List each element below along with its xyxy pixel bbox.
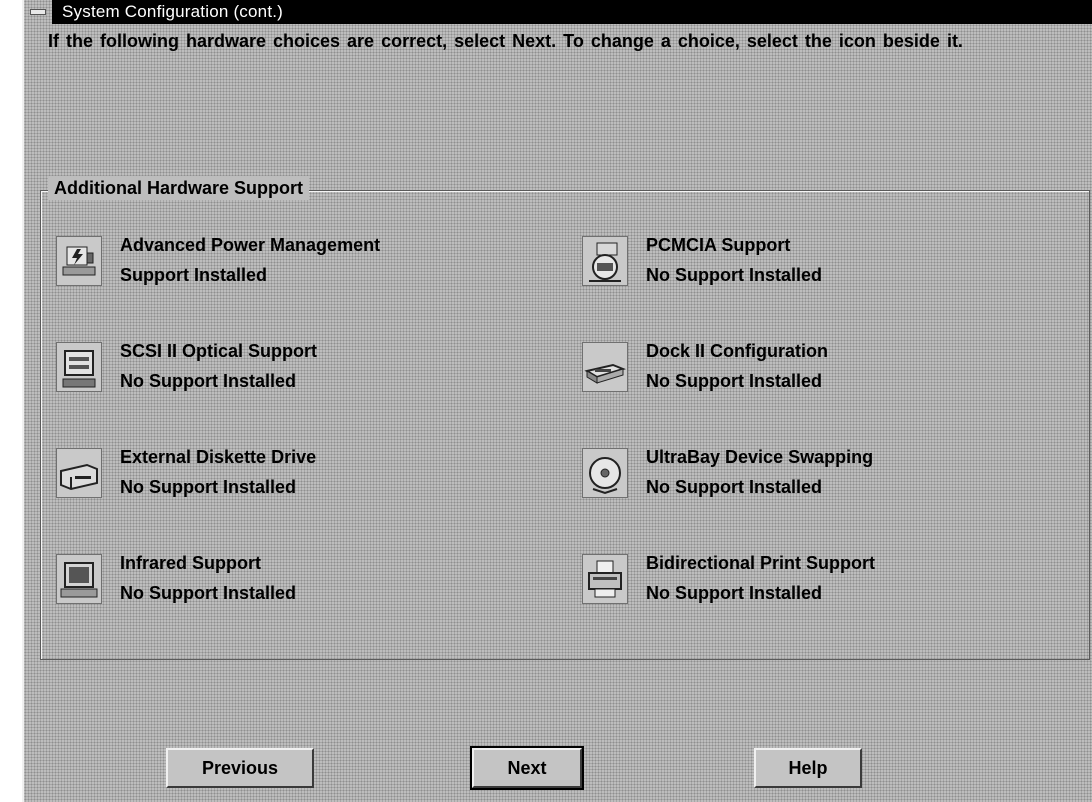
item-status: No Support Installed: [120, 477, 297, 497]
item-status: No Support Installed: [646, 265, 823, 285]
window-title: System Configuration (cont.): [52, 0, 1092, 24]
item-status: No Support Installed: [120, 371, 297, 391]
system-menu-icon[interactable]: [24, 0, 52, 24]
power-management-icon[interactable]: [56, 236, 102, 286]
optical-drive-icon[interactable]: [56, 342, 102, 392]
item-status: No Support Installed: [120, 583, 297, 603]
item-dock-configuration: Dock II Configuration No Support Install…: [582, 338, 1062, 408]
item-status: Support Installed: [120, 265, 268, 285]
item-infrared-support: Infrared Support No Support Installed: [56, 550, 536, 620]
instruction-text: If the following hardware choices are co…: [48, 31, 963, 51]
item-pcmcia-support: PCMCIA Support No Support Installed: [582, 232, 1062, 302]
item-name: Infrared Support: [120, 553, 262, 573]
item-external-diskette-drive: External Diskette Drive No Support Insta…: [56, 444, 536, 514]
item-name: SCSI II Optical Support: [120, 341, 318, 361]
previous-button[interactable]: Previous: [166, 748, 314, 788]
next-button[interactable]: Next: [470, 746, 584, 790]
item-ultrabay-device-swapping: UltraBay Device Swapping No Support Inst…: [582, 444, 1062, 514]
system-configuration-window: System Configuration (cont.) If the foll…: [22, 0, 1092, 802]
item-name: External Diskette Drive: [120, 447, 317, 467]
cd-swap-icon[interactable]: [582, 448, 628, 498]
item-scsi-optical-support: SCSI II Optical Support No Support Insta…: [56, 338, 536, 408]
diskette-drive-icon[interactable]: [56, 448, 102, 498]
printer-icon[interactable]: [582, 554, 628, 604]
item-name: Bidirectional Print Support: [646, 553, 876, 573]
item-name: UltraBay Device Swapping: [646, 447, 874, 467]
dock-icon[interactable]: [582, 342, 628, 392]
item-status: No Support Installed: [646, 477, 823, 497]
item-name: Advanced Power Management: [120, 235, 381, 255]
item-status: No Support Installed: [646, 371, 823, 391]
title-bar: System Configuration (cont.): [24, 0, 1092, 24]
help-button[interactable]: Help: [754, 748, 862, 788]
item-name: PCMCIA Support: [646, 235, 791, 255]
item-name: Dock II Configuration: [646, 341, 828, 361]
item-status: No Support Installed: [646, 583, 823, 603]
pcmcia-card-icon[interactable]: [582, 236, 628, 286]
group-title: Additional Hardware Support: [48, 176, 310, 200]
infrared-icon[interactable]: [56, 554, 102, 604]
item-advanced-power-management: Advanced Power Management Support Instal…: [56, 232, 536, 302]
item-bidirectional-print-support: Bidirectional Print Support No Support I…: [582, 550, 1062, 620]
